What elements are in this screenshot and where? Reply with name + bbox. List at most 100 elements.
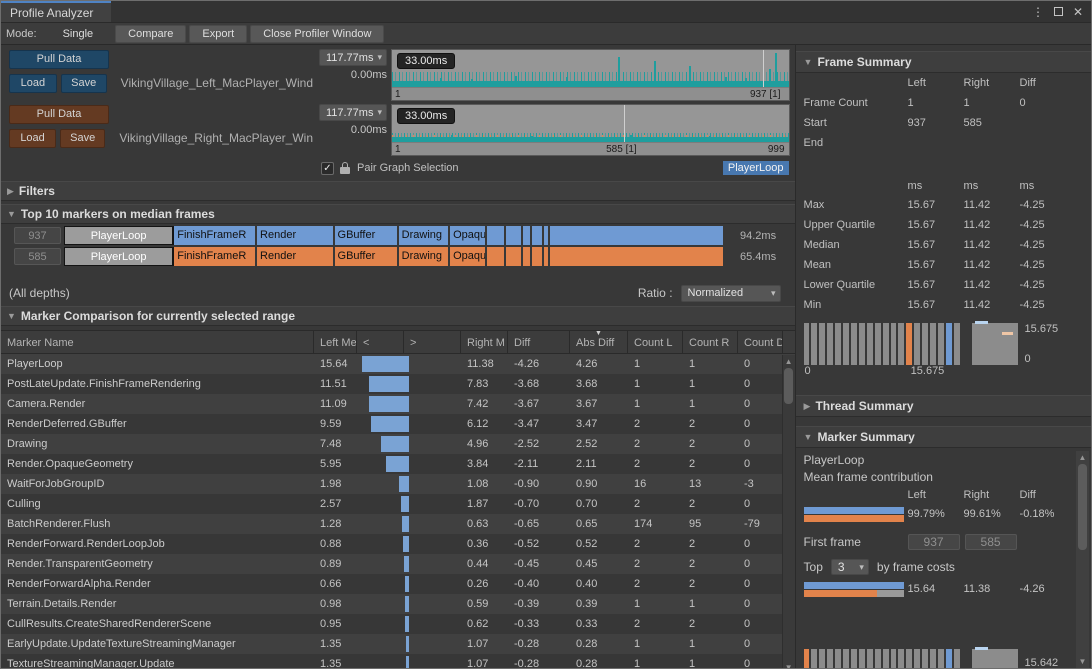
table-row[interactable]: Render.OpaqueGeometry5.953.84-2.112.1122…	[1, 454, 795, 474]
column-header-diff[interactable]: Diff	[508, 331, 570, 353]
scrollbar-thumb[interactable]	[1078, 464, 1087, 550]
value-cell: 0.33	[570, 614, 628, 634]
ratio-dropdown[interactable]: Normalized▾	[681, 285, 781, 302]
scrollbar-thumb[interactable]	[784, 368, 793, 404]
table-row[interactable]: TextureStreamingManager.Update1.351.07-0…	[1, 654, 795, 669]
column-header-left-me[interactable]: Left Me	[314, 331, 357, 353]
export-button[interactable]: Export	[189, 25, 247, 43]
marker-segment[interactable]: Drawing	[399, 247, 450, 266]
marker-segment[interactable]	[550, 247, 725, 266]
top10-row: 585PlayerLoopFinishFrameRRenderGBufferDr…	[14, 247, 795, 266]
marker-segment[interactable]	[532, 247, 543, 266]
marker-name-cell: TextureStreamingManager.Update	[1, 654, 314, 669]
column-header-count-r[interactable]: Count R	[683, 331, 738, 353]
marker-segment[interactable]: GBuffer	[335, 226, 399, 245]
pull-data-button-right[interactable]: Pull Data	[9, 105, 109, 124]
frame-graph-right[interactable]: 33.00ms 1 585 [1] 999	[391, 104, 790, 156]
stat-value: 585	[964, 117, 1020, 129]
column-header-right-m[interactable]: Right M	[461, 331, 508, 353]
column-header--[interactable]: <	[357, 331, 404, 353]
comparison-section-header[interactable]: ▼ Marker Comparison for currently select…	[1, 306, 795, 326]
table-row[interactable]: Drawing7.484.96-2.522.52220	[1, 434, 795, 454]
column-header-count-l[interactable]: Count L	[628, 331, 683, 353]
table-row[interactable]: BatchRenderer.Flush1.280.63-0.650.651749…	[1, 514, 795, 534]
marker-segment[interactable]: PlayerLoop	[64, 226, 174, 245]
marker-segment[interactable]	[544, 247, 551, 266]
table-row[interactable]: PlayerLoop15.6411.38-4.264.26110	[1, 354, 795, 374]
row-total-ms: 65.4ms	[732, 251, 776, 263]
range-max-dropdown-left[interactable]: 117.77ms▾	[319, 49, 387, 66]
column-header-marker-name[interactable]: Marker Name	[1, 331, 314, 353]
marker-segment[interactable]: PlayerLoop	[64, 247, 174, 266]
table-row[interactable]: RenderForward.RenderLoopJob0.880.36-0.52…	[1, 534, 795, 554]
first-frame-left-button[interactable]: 937	[908, 534, 960, 550]
marker-segment[interactable]: Render	[257, 247, 334, 266]
column-header-abs-diff[interactable]: Abs Diff▼	[570, 331, 628, 353]
marker-segment[interactable]	[523, 226, 532, 245]
value-cell: 6.12	[461, 414, 508, 434]
marker-segment[interactable]	[487, 247, 505, 266]
table-row[interactable]: Render.TransparentGeometry0.890.44-0.450…	[1, 554, 795, 574]
chevron-down-icon: ▾	[377, 107, 382, 118]
marker-segment[interactable]: Drawing	[399, 226, 450, 245]
table-row[interactable]: Terrain.Details.Render0.980.59-0.390.391…	[1, 594, 795, 614]
value-cell: 0	[738, 634, 783, 654]
table-row[interactable]: RenderDeferred.GBuffer9.596.12-3.473.472…	[1, 414, 795, 434]
frame-graph-left[interactable]: 33.00ms 1 937 [1]	[391, 49, 790, 101]
thread-summary-header[interactable]: ▶ Thread Summary	[796, 395, 1091, 417]
pull-data-button-left[interactable]: Pull Data	[9, 50, 109, 69]
save-button-right[interactable]: Save	[60, 129, 105, 148]
selected-frame-marker	[624, 105, 625, 142]
marker-segment[interactable]: Opaqu	[450, 226, 487, 245]
table-row[interactable]: PostLateUpdate.FinishFrameRendering11.51…	[1, 374, 795, 394]
scroll-down-icon[interactable]: ▼	[1079, 655, 1087, 668]
marker-segment[interactable]: FinishFrameR	[174, 226, 257, 245]
column-header--[interactable]: >	[404, 331, 461, 353]
frame-number-button[interactable]: 937	[14, 227, 61, 244]
marker-segment[interactable]	[523, 247, 532, 266]
close-profiler-window-button[interactable]: Close Profiler Window	[250, 25, 384, 43]
first-frame-right-button[interactable]: 585	[965, 534, 1017, 550]
marker-segment[interactable]	[544, 226, 551, 245]
marker-segment[interactable]	[550, 226, 725, 245]
scroll-down-icon[interactable]: ▼	[785, 661, 793, 669]
scroll-up-icon[interactable]: ▲	[785, 355, 793, 368]
marker-segment[interactable]: Opaqu	[450, 247, 487, 266]
table-row[interactable]: RenderForwardAlpha.Render0.660.26-0.400.…	[1, 574, 795, 594]
column-header-count-d[interactable]: Count D	[738, 331, 783, 353]
load-button-left[interactable]: Load	[9, 74, 57, 93]
top10-section-header[interactable]: ▼ Top 10 markers on median frames	[1, 204, 795, 224]
save-button-left[interactable]: Save	[61, 74, 107, 93]
filters-section-header[interactable]: ▶ Filters	[1, 181, 795, 201]
table-row[interactable]: EarlyUpdate.UpdateTextureStreamingManage…	[1, 634, 795, 654]
table-row[interactable]: Culling2.571.87-0.700.70220	[1, 494, 795, 514]
menu-icon[interactable]: ⋮	[1032, 5, 1044, 19]
marker-segment[interactable]	[506, 247, 523, 266]
lock-icon[interactable]	[340, 162, 350, 174]
marker-segment[interactable]	[506, 226, 523, 245]
load-button-right[interactable]: Load	[9, 129, 56, 148]
maximize-icon[interactable]	[1054, 7, 1063, 16]
scroll-up-icon[interactable]: ▲	[1079, 451, 1087, 464]
table-row[interactable]: Camera.Render11.097.42-3.673.67110	[1, 394, 795, 414]
marker-segment[interactable]: FinishFrameR	[174, 247, 257, 266]
top-n-dropdown[interactable]: 3▾	[831, 559, 869, 575]
table-row[interactable]: CullResults.CreateSharedRendererScene0.9…	[1, 614, 795, 634]
marker-segment[interactable]: GBuffer	[335, 247, 399, 266]
pair-graph-checkbox[interactable]: ✓	[321, 162, 334, 175]
table-scrollbar[interactable]: ▲ ▼	[782, 355, 795, 669]
frame-number-button[interactable]: 585	[14, 248, 61, 265]
table-row[interactable]: WaitForJobGroupID1.981.08-0.900.901613-3	[1, 474, 795, 494]
marker-summary-header[interactable]: ▼ Marker Summary	[796, 426, 1091, 448]
close-icon[interactable]: ✕	[1073, 5, 1083, 19]
range-max-dropdown-right[interactable]: 117.77ms▾	[319, 104, 387, 121]
mode-single-button[interactable]: Single	[51, 25, 106, 43]
tab-profile-analyzer[interactable]: Profile Analyzer	[1, 1, 111, 22]
marker-segment[interactable]: Render	[257, 226, 334, 245]
marker-segment[interactable]	[532, 226, 543, 245]
marker-segment[interactable]	[487, 226, 505, 245]
frame-summary-header[interactable]: ▼ Frame Summary	[796, 51, 1091, 73]
panel-scrollbar[interactable]: ▲ ▼	[1076, 451, 1089, 668]
mode-compare-button[interactable]: Compare	[115, 25, 186, 43]
histogram-bar	[827, 649, 833, 669]
